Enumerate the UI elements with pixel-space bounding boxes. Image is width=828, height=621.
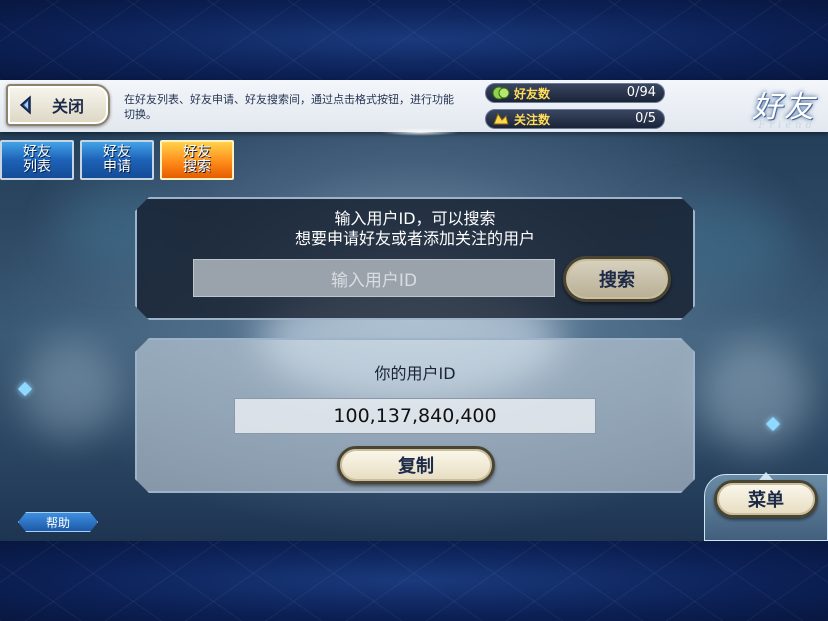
- help-button-label: 帮助: [45, 515, 70, 530]
- back-arrow-icon: [16, 94, 38, 116]
- follow-count-value: 0/5: [635, 111, 656, 126]
- search-instructions: 输入用户ID，可以搜索 想要申请好友或者添加关注的用户: [137, 209, 693, 249]
- search-panel: 输入用户ID，可以搜索 想要申请好友或者添加关注的用户 输入用户ID 搜索: [135, 197, 695, 320]
- tab-label-line1: 好友: [183, 144, 211, 160]
- screen-title-sub: Friend: [758, 120, 816, 131]
- my-id-label: 你的用户ID: [374, 364, 456, 383]
- friend-count-label: 好友数: [514, 87, 551, 101]
- search-instruction-line1: 输入用户ID，可以搜索: [334, 209, 496, 228]
- tab-label-line1: 好友: [103, 144, 131, 160]
- tab-label-line2: 申请: [103, 159, 131, 175]
- top-bar-glow: [380, 128, 460, 136]
- screen-title: 好友 Friend: [752, 82, 816, 131]
- friend-count-badge: 好友数 0/94: [485, 83, 665, 103]
- my-id-value: 100,137,840,400: [234, 398, 596, 434]
- search-instruction-line2: 想要申请好友或者添加关注的用户: [294, 229, 535, 248]
- frame-top: [0, 0, 828, 80]
- copy-button[interactable]: 复制: [337, 446, 495, 484]
- follow-count-label: 关注数: [514, 113, 551, 127]
- menu-button[interactable]: 菜单: [714, 480, 818, 518]
- tab-label-line2: 搜索: [183, 159, 211, 175]
- search-input-placeholder: 输入用户ID: [330, 270, 418, 291]
- hint-text: 在好友列表、好友申请、好友搜索间，通过点击格式按钮，进行功能切换。: [124, 93, 454, 121]
- my-id-panel: 你的用户ID 100,137,840,400 复制: [135, 338, 695, 493]
- tab-friend-list[interactable]: 好友 列表: [0, 140, 74, 180]
- frame-bottom: [0, 541, 828, 621]
- close-button[interactable]: 关闭: [6, 84, 110, 126]
- tab-label-line2: 列表: [23, 159, 51, 175]
- help-button[interactable]: 帮助: [18, 512, 98, 532]
- search-button[interactable]: 搜索: [563, 256, 671, 302]
- tab-friend-request[interactable]: 好友 申请: [80, 140, 154, 180]
- follow-count-badge: 关注数 0/5: [485, 109, 665, 129]
- follow-count-icon: [492, 111, 510, 127]
- friend-count-value: 0/94: [626, 85, 656, 100]
- tab-label-line1: 好友: [23, 144, 51, 160]
- user-id-search-input[interactable]: 输入用户ID: [193, 259, 555, 297]
- menu-arrow-icon: [759, 472, 773, 480]
- friend-count-icon: [492, 85, 510, 101]
- tab-friend-search[interactable]: 好友 搜索: [160, 140, 234, 180]
- close-button-label: 关闭: [52, 97, 85, 116]
